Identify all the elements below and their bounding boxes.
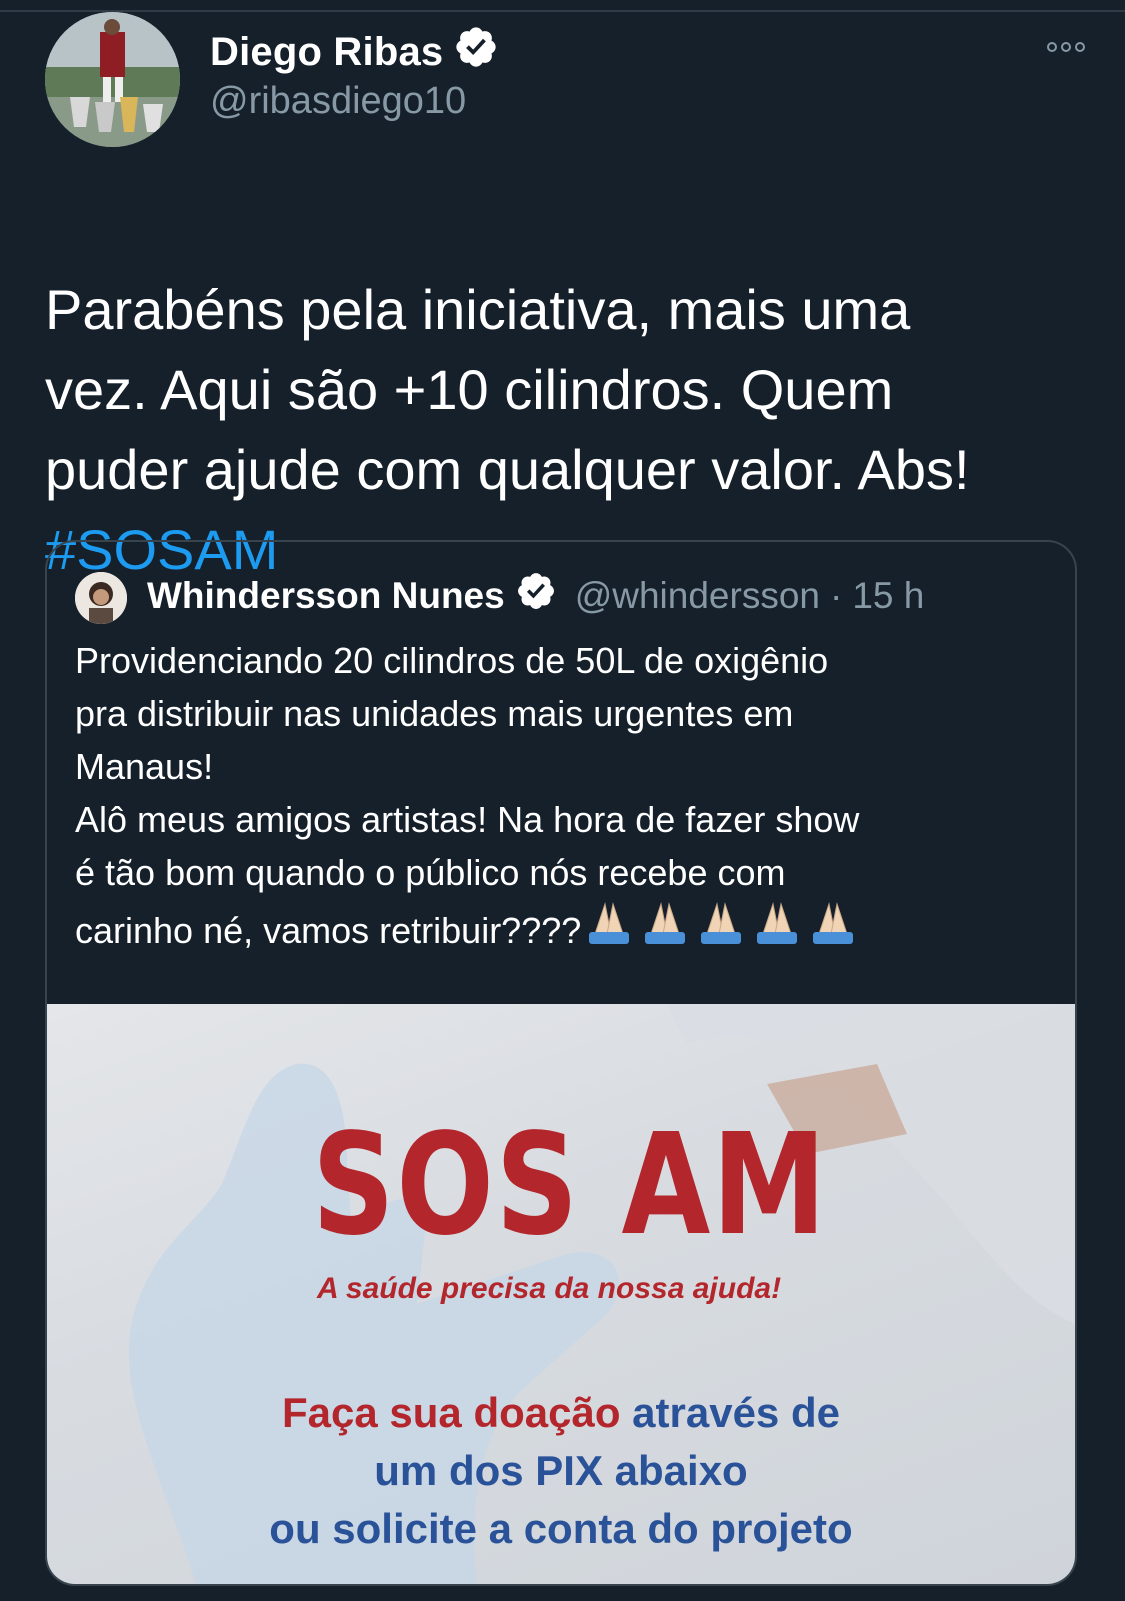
media-cta-red: Faça sua doação: [282, 1389, 621, 1436]
folded-hands-emoji-icon: [585, 899, 865, 963]
media-cta-line1: Faça sua doação através de: [47, 1384, 1075, 1442]
quoted-separator: ·: [830, 574, 843, 616]
top-divider: [0, 10, 1125, 12]
quoted-line: Alô meus amigos artistas! Na hora de faz…: [75, 799, 860, 840]
quoted-timestamp[interactable]: 15 h: [852, 575, 924, 617]
quoted-header: Whindersson Nunes @whindersson · 15 h: [147, 570, 924, 621]
quoted-text: Providenciando 20 cilindros de 50L de ox…: [75, 634, 1065, 963]
media-subtitle: A saúde precisa da nossa ajuda!: [317, 1272, 782, 1305]
media-cta-line3: ou solicite a conta do projeto: [269, 1505, 853, 1552]
author-name[interactable]: Diego Ribas: [210, 24, 499, 80]
quoted-verified-badge-icon: [515, 570, 557, 621]
quoted-tweet[interactable]: Whindersson Nunes @whindersson · 15 h Pr…: [45, 540, 1077, 1586]
verified-badge-icon: [453, 24, 499, 80]
quoted-line-last: carinho né, vamos retribuir????: [75, 899, 1065, 963]
media-cta-rest: através de: [620, 1389, 840, 1436]
media-cta-line2: um dos PIX abaixo: [374, 1447, 748, 1494]
more-dot: [1061, 42, 1071, 52]
quoted-line: Providenciando 20 cilindros de 50L de ox…: [75, 640, 829, 681]
author-name-text[interactable]: Diego Ribas: [210, 30, 443, 75]
quoted-media-image[interactable]: SOS AM A saúde precisa da nossa ajuda! F…: [47, 1004, 1075, 1584]
quoted-line-text: carinho né, vamos retribuir????: [75, 910, 582, 951]
more-options-icon[interactable]: [1047, 42, 1085, 52]
more-dot: [1047, 42, 1057, 52]
quoted-line: pra distribuir nas unidades mais urgente…: [75, 693, 794, 734]
quoted-line: Manaus!: [75, 746, 214, 787]
more-dot: [1075, 42, 1085, 52]
quoted-handle[interactable]: @whindersson: [575, 575, 820, 617]
media-title: SOS AM: [312, 1104, 828, 1267]
quoted-avatar-photo-icon: [75, 572, 127, 624]
quoted-line: é tão bom quando o público nós recebe co…: [75, 852, 786, 893]
tweet-body: Parabéns pela iniciativa, mais uma vez. …: [45, 278, 970, 501]
quoted-name[interactable]: Whindersson Nunes: [147, 575, 505, 617]
media-donation-text: Faça sua doação através de um dos PIX ab…: [47, 1384, 1075, 1558]
author-handle[interactable]: @ribasdiego10: [210, 80, 466, 123]
avatar-photo-icon: [45, 12, 180, 147]
author-avatar[interactable]: [45, 12, 180, 147]
quoted-avatar[interactable]: [75, 572, 127, 624]
